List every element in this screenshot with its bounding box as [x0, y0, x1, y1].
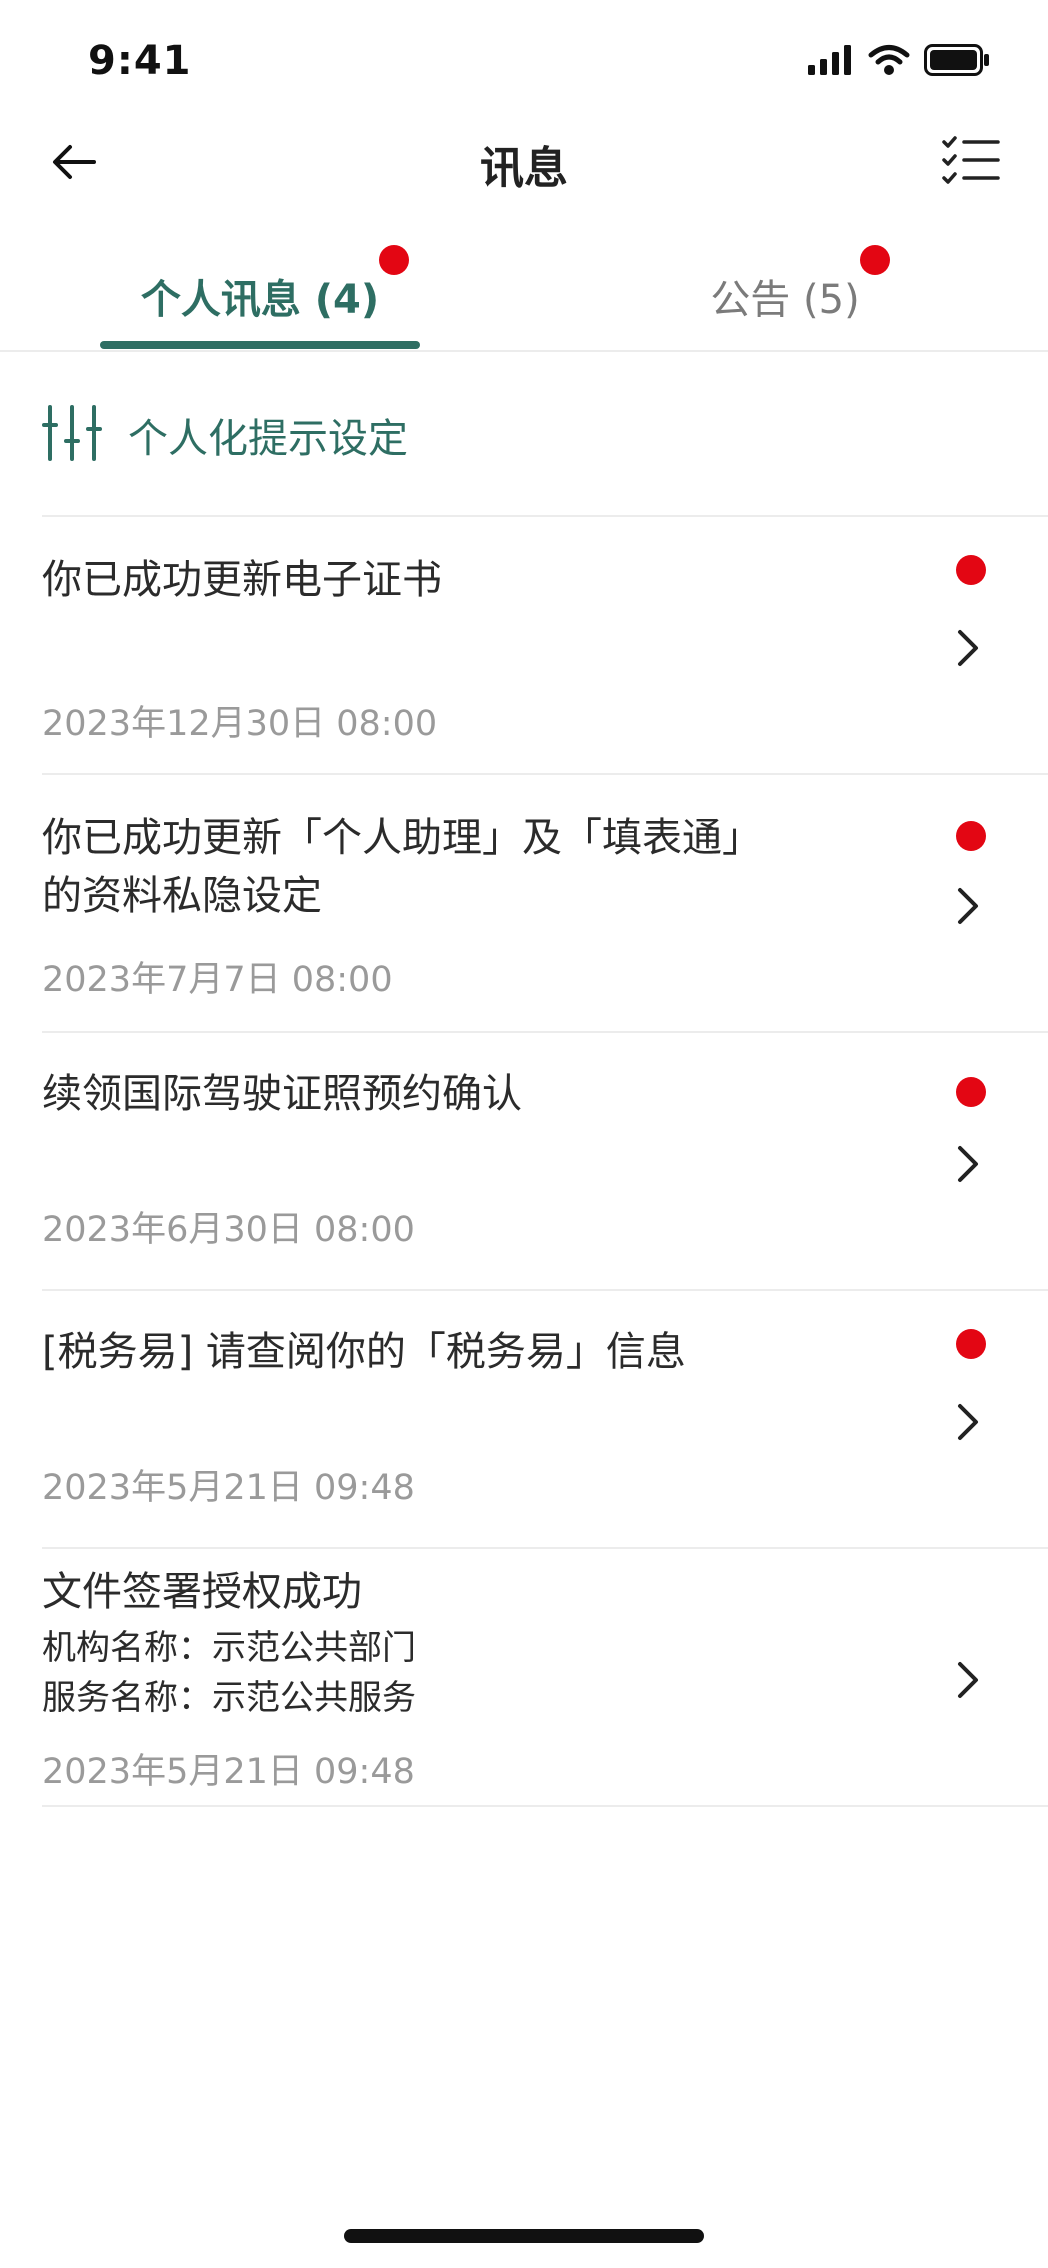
message-item[interactable]: 你已成功更新「个人助理」及「填表通」的资料私隐设定 2023年7月7日 08:0… [42, 773, 1048, 1031]
home-indicator [344, 2229, 704, 2243]
nav-header: 讯息 [0, 110, 1048, 240]
tab-personal-label-wrap: 个人讯息 (4) [140, 245, 410, 325]
status-icons [808, 44, 990, 80]
unread-dot [379, 245, 410, 275]
sliders-icon [42, 405, 102, 465]
signal-icon [808, 45, 854, 79]
chevron-right-icon [948, 881, 988, 931]
status-time: 9:41 [88, 38, 192, 84]
chevron-right-icon [948, 1397, 988, 1447]
message-organization: 机构名称：示范公共部门 [42, 1628, 416, 1668]
message-date: 2023年12月30日 08:00 [42, 704, 438, 744]
battery-icon [924, 44, 990, 80]
tab-announcements[interactable]: 公告 (5) [585, 240, 985, 352]
chevron-right-icon [948, 623, 988, 673]
tab-personal-label: 个人讯息 (4) [140, 277, 380, 323]
unread-dot [956, 1329, 986, 1359]
message-item[interactable]: [税务易] 请查阅你的「税务易」信息 2023年5月21日 09:48 [42, 1289, 1048, 1547]
tab-personal-messages[interactable]: 个人讯息 (4) [60, 240, 460, 352]
active-tab-indicator [100, 341, 420, 349]
personalized-settings-label: 个人化提示设定 [128, 416, 408, 462]
message-title: 续领国际驾驶证照预约确认 [42, 1071, 522, 1117]
unread-dot [956, 821, 986, 851]
tab-bar: 个人讯息 (4) 公告 (5) [0, 240, 1048, 352]
unread-dot [956, 1077, 986, 1107]
checklist-icon [942, 136, 1000, 190]
message-title: [税务易] 请查阅你的「税务易」信息 [42, 1329, 686, 1375]
page-title: 讯息 [480, 143, 568, 194]
chevron-right-icon [948, 1655, 988, 1705]
message-title: 文件签署授权成功 [42, 1569, 362, 1615]
list-divider [42, 1805, 1048, 1807]
tab-announcements-label-wrap: 公告 (5) [710, 245, 890, 325]
personalized-settings-link[interactable]: 个人化提示设定 [42, 390, 408, 480]
message-date: 2023年5月21日 09:48 [42, 1468, 415, 1508]
message-list: 你已成功更新电子证书 2023年12月30日 08:00 你已成功更新「个人助理… [42, 515, 1048, 1807]
status-bar: 9:41 [0, 0, 1048, 110]
chevron-right-icon [948, 1139, 988, 1189]
tab-announcements-label: 公告 (5) [710, 277, 860, 323]
message-item[interactable]: 续领国际驾驶证照预约确认 2023年6月30日 08:00 [42, 1031, 1048, 1289]
message-service: 服务名称：示范公共服务 [42, 1678, 416, 1718]
message-date: 2023年6月30日 08:00 [42, 1210, 415, 1250]
message-item[interactable]: 你已成功更新电子证书 2023年12月30日 08:00 [42, 515, 1048, 773]
unread-dot [956, 555, 986, 585]
unread-dot [859, 245, 890, 275]
message-date: 2023年5月21日 09:48 [42, 1752, 415, 1792]
wifi-icon [868, 44, 910, 80]
checklist-button[interactable] [938, 130, 1004, 196]
message-title: 你已成功更新「个人助理」及「填表通」的资料私隐设定 [42, 815, 762, 919]
message-title: 你已成功更新电子证书 [42, 557, 442, 603]
message-item[interactable]: 文件签署授权成功 机构名称：示范公共部门 服务名称：示范公共服务 2023年5月… [42, 1547, 1048, 1805]
message-date: 2023年7月7日 08:00 [42, 960, 393, 1000]
